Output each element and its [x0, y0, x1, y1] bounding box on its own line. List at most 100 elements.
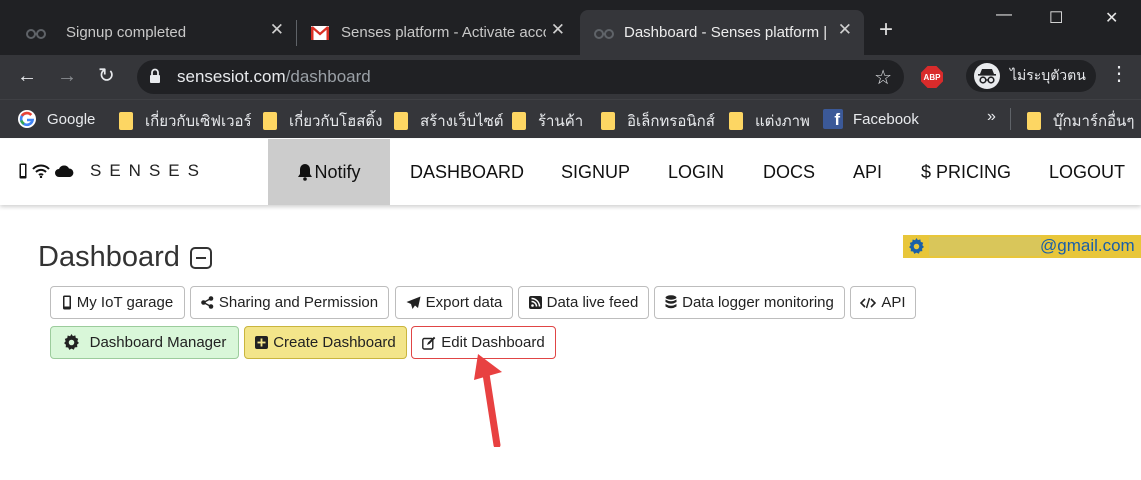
collapse-icon[interactable] [189, 246, 212, 269]
bookmark-folder-hosting[interactable]: เกี่ยวกับโฮสติ้ง [263, 109, 382, 133]
rss-icon [528, 296, 542, 309]
plus-square-icon [255, 336, 269, 349]
my-iot-garage-button[interactable]: My IoT garage [50, 286, 185, 319]
nav-dashboard[interactable]: DASHBOARD [410, 139, 524, 205]
forward-button[interactable]: → [57, 64, 77, 88]
bookmark-star-icon[interactable]: ☆ [874, 65, 892, 90]
page-title: Dashboard [38, 241, 212, 274]
edit-icon [422, 336, 436, 350]
tab-signup-completed[interactable]: Signup completed ✕ [0, 10, 296, 55]
bookmark-folder-electronics[interactable]: อิเล็กทรอนิกส์ [601, 109, 715, 133]
minimize-button[interactable]: — [996, 6, 1012, 24]
bookmark-folder-photo[interactable]: แต่งภาพ [729, 109, 810, 133]
tab-title: Dashboard - Senses platform | [624, 24, 828, 41]
maximize-button[interactable]: ☐ [1049, 8, 1063, 28]
button-label: Data logger monitoring [682, 294, 834, 311]
dashboard-manager-button[interactable]: Dashboard Manager [50, 326, 239, 359]
gear-icon [63, 334, 80, 351]
paper-plane-icon [406, 296, 421, 310]
bookmark-label: Facebook [853, 110, 919, 128]
folder-icon [119, 112, 133, 130]
tab-title: Senses platform - Activate acco [341, 24, 546, 41]
url-path: /dashboard [285, 67, 371, 86]
close-icon[interactable]: ✕ [551, 20, 565, 40]
bookmark-folder-shop[interactable]: ร้านค้า [512, 109, 583, 133]
bookmark-facebook[interactable]: f Facebook [823, 109, 919, 129]
bookmark-label: Google [47, 110, 96, 128]
mobile-icon [62, 295, 72, 310]
nav-signup[interactable]: SIGNUP [561, 139, 630, 205]
button-label: My IoT garage [76, 294, 174, 311]
nav-notify[interactable]: Notify [268, 139, 390, 205]
button-label: Edit Dashboard [441, 334, 545, 351]
google-icon [17, 109, 37, 129]
incognito-tab-icon [594, 27, 614, 39]
nav-pricing[interactable]: $ PRICING [921, 139, 1011, 205]
bookmark-folder-website[interactable]: สร้างเว็บไซต์ [394, 109, 504, 133]
button-label: Data live feed [546, 294, 639, 311]
bookmark-label: สร้างเว็บไซต์ [420, 113, 504, 130]
browser-menu-icon[interactable]: ⋮ [1109, 64, 1129, 84]
folder-icon [263, 112, 277, 130]
bell-icon [297, 163, 313, 181]
gmail-icon [311, 25, 329, 40]
brand-name: SENSES [90, 161, 207, 180]
folder-icon [1027, 112, 1041, 130]
page-title-text: Dashboard [38, 241, 180, 273]
close-icon[interactable]: ✕ [270, 20, 284, 40]
bookmark-label: ร้านค้า [538, 113, 584, 130]
folder-icon [394, 112, 408, 130]
annotation-arrow-icon [474, 354, 502, 447]
bookmarks-overflow-button[interactable]: » [987, 108, 996, 126]
lock-icon [149, 68, 161, 84]
bookmark-google[interactable]: Google [17, 109, 95, 129]
bookmarks-separator [1010, 108, 1011, 130]
data-logger-monitoring-button[interactable]: Data logger monitoring [654, 286, 845, 319]
api-button[interactable]: API [850, 286, 916, 319]
gear-icon [908, 238, 925, 255]
nav-logout[interactable]: LOGOUT [1049, 139, 1125, 205]
incognito-tab-icon [26, 27, 46, 39]
profile-button[interactable]: ไม่ระบุตัวตน [966, 60, 1096, 92]
profile-label: ไม่ระบุตัวตน [1010, 67, 1086, 83]
incognito-icon [974, 63, 1000, 89]
user-account-badge[interactable]: @gmail.com [903, 235, 1141, 258]
chip-icon [18, 163, 28, 179]
button-label: Export data [425, 294, 503, 311]
bookmark-label: อิเล็กทรอนิกส์ [627, 113, 715, 130]
data-live-feed-button[interactable]: Data live feed [518, 286, 649, 319]
tab-activate-account[interactable]: Senses platform - Activate acco ✕ [297, 10, 577, 55]
button-label: Sharing and Permission [218, 294, 379, 311]
button-label: Create Dashboard [273, 334, 396, 351]
close-icon[interactable]: ✕ [838, 20, 852, 40]
share-icon [201, 296, 214, 309]
tab-dashboard[interactable]: Dashboard - Senses platform | ✕ [580, 10, 864, 55]
nav-docs[interactable]: DOCS [763, 139, 815, 205]
cloud-icon [54, 164, 74, 178]
new-tab-button[interactable]: + [879, 18, 893, 42]
site-logo[interactable]: SENSES [18, 161, 207, 181]
other-bookmarks-folder[interactable]: บุ๊กมาร์กอื่นๆ [1027, 109, 1134, 133]
bookmark-folder-server[interactable]: เกี่ยวกับเซิฟเวอร์ [119, 109, 252, 133]
nav-api[interactable]: API [853, 139, 882, 205]
window-close-button[interactable]: ✕ [1105, 8, 1118, 28]
folder-icon [601, 112, 615, 130]
export-data-button[interactable]: Export data [395, 286, 513, 319]
nav-login[interactable]: LOGIN [668, 139, 724, 205]
browser-tab-strip: Signup completed ✕ Senses platform - Act… [0, 0, 1141, 55]
user-email: @gmail.com [1040, 236, 1135, 255]
redacted-username [929, 237, 1041, 256]
reload-button[interactable]: ↻ [98, 64, 115, 88]
bookmarks-bar: Google เกี่ยวกับเซิฟเวอร์ เกี่ยวกับโฮสติ… [0, 99, 1141, 138]
nav-notify-label: Notify [314, 161, 361, 182]
back-button[interactable]: ← [17, 64, 37, 88]
bookmark-label: เกี่ยวกับโฮสติ้ง [289, 113, 383, 130]
sharing-permission-button[interactable]: Sharing and Permission [190, 286, 389, 319]
code-icon [860, 297, 877, 309]
create-dashboard-button[interactable]: Create Dashboard [244, 326, 407, 359]
bookmark-label: แต่งภาพ [755, 113, 810, 130]
folder-icon [512, 112, 526, 130]
address-bar[interactable]: sensesiot.com/dashboard ☆ [137, 60, 904, 94]
tab-title: Signup completed [66, 24, 187, 41]
url-host: sensesiot.com [177, 67, 286, 86]
